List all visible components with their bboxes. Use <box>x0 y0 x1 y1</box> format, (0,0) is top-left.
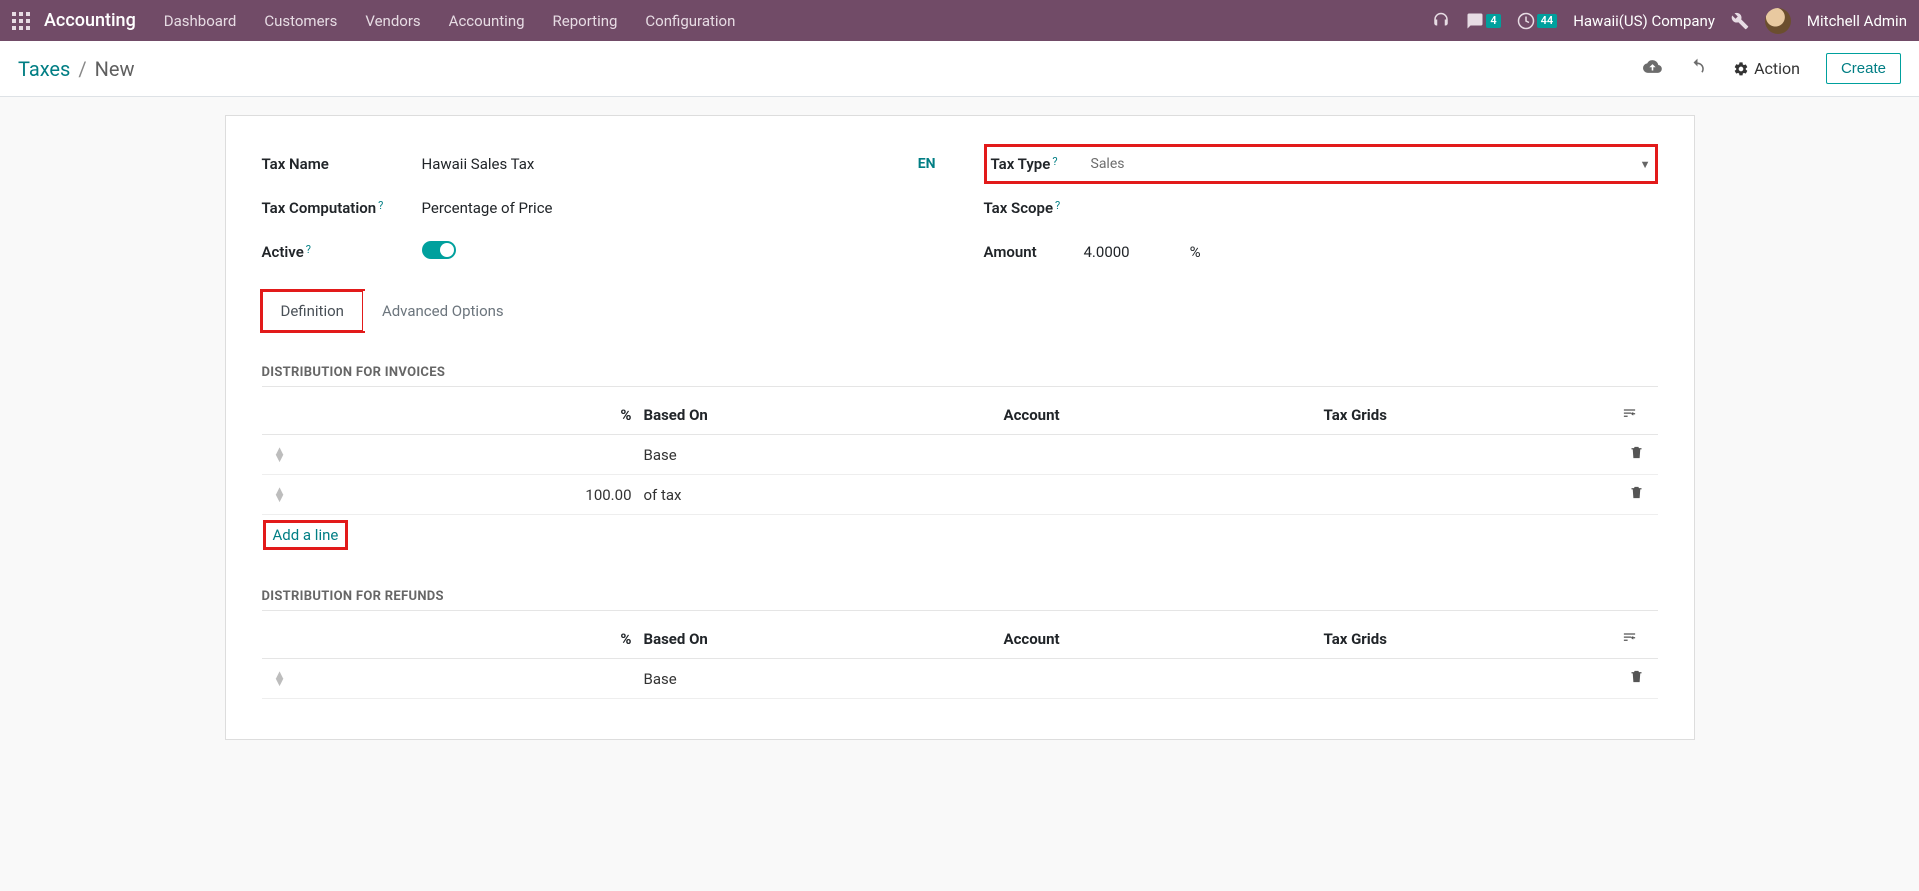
table-row[interactable]: ▲▼ Base <box>262 659 1658 699</box>
help-icon[interactable]: ? <box>306 243 311 256</box>
table-row[interactable]: ▲▼ 100.00 of tax <box>262 475 1658 515</box>
add-line-link[interactable]: Add a line <box>268 525 344 545</box>
help-icon[interactable]: ? <box>1052 155 1057 168</box>
field-tax-type[interactable]: Tax Type? Sales ▼ <box>984 144 1658 184</box>
col-based-on: Based On <box>638 619 998 659</box>
tax-computation-value[interactable]: Percentage of Price <box>422 199 936 217</box>
cell-tax-grids[interactable] <box>1318 435 1616 475</box>
form-sheet: Tax Name Hawaii Sales Tax EN Tax Computa… <box>225 115 1695 740</box>
nav-links: Dashboard Customers Vendors Accounting R… <box>164 12 736 30</box>
drag-handle-icon[interactable]: ▲▼ <box>268 448 292 462</box>
nav-dashboard[interactable]: Dashboard <box>164 12 237 30</box>
user-menu[interactable]: Mitchell Admin <box>1807 12 1907 30</box>
cell-based-on[interactable]: of tax <box>638 475 998 515</box>
field-amount: Amount 4.0000 % <box>984 232 1658 272</box>
lang-badge[interactable]: EN <box>918 156 936 172</box>
tax-type-label: Tax Type <box>991 155 1051 173</box>
app-brand[interactable]: Accounting <box>44 10 136 31</box>
avatar[interactable] <box>1765 8 1791 34</box>
nav-reporting[interactable]: Reporting <box>553 12 618 30</box>
col-pct: % <box>298 619 638 659</box>
company-switcher[interactable]: Hawaii(US) Company <box>1573 12 1715 30</box>
cell-based-on[interactable]: Base <box>638 659 998 699</box>
breadcrumb-sep: / <box>78 57 86 81</box>
col-tax-grids: Tax Grids <box>1318 395 1616 435</box>
field-tax-name: Tax Name Hawaii Sales Tax EN <box>262 144 936 184</box>
field-tax-computation: Tax Computation? Percentage of Price <box>262 188 936 228</box>
support-icon[interactable] <box>1432 12 1450 30</box>
help-icon[interactable]: ? <box>1055 199 1060 212</box>
cell-pct[interactable]: 100.00 <box>298 475 638 515</box>
cell-based-on[interactable]: Base <box>638 435 998 475</box>
section-title-invoices: Distribution for Invoices <box>262 365 1658 387</box>
columns-settings-icon[interactable] <box>1622 406 1637 424</box>
tax-name-label: Tax Name <box>262 155 422 173</box>
amount-label: Amount <box>984 243 1084 261</box>
cell-pct[interactable] <box>298 435 638 475</box>
active-toggle[interactable] <box>422 241 456 259</box>
activity-badge: 44 <box>1537 14 1558 28</box>
cell-tax-grids[interactable] <box>1318 659 1616 699</box>
nav-configuration[interactable]: Configuration <box>645 12 735 30</box>
col-tax-grids: Tax Grids <box>1318 619 1616 659</box>
active-label: Active <box>262 243 304 261</box>
drag-handle-icon[interactable]: ▲▼ <box>268 488 292 502</box>
chat-icon[interactable]: 4 <box>1466 12 1500 30</box>
section-title-refunds: Distribution for Refunds <box>262 589 1658 611</box>
table-row[interactable]: ▲▼ Base <box>262 435 1658 475</box>
delete-row-icon[interactable] <box>1629 486 1644 504</box>
col-account: Account <box>998 395 1318 435</box>
content-scroll[interactable]: Tax Name Hawaii Sales Tax EN Tax Computa… <box>0 97 1919 891</box>
tab-advanced-options[interactable]: Advanced Options <box>363 291 523 331</box>
cloud-save-icon[interactable] <box>1643 57 1662 80</box>
amount-unit: % <box>1190 243 1201 261</box>
discard-icon[interactable] <box>1688 57 1707 80</box>
col-pct: % <box>298 395 638 435</box>
action-menu-label: Action <box>1754 59 1800 78</box>
nav-accounting[interactable]: Accounting <box>449 12 525 30</box>
dist-refunds-table: % Based On Account Tax Grids ▲▼ Base <box>262 619 1658 699</box>
nav-vendors[interactable]: Vendors <box>365 12 420 30</box>
amount-value[interactable]: 4.0000 <box>1084 243 1130 261</box>
nav-customers[interactable]: Customers <box>264 12 337 30</box>
cell-account[interactable] <box>998 475 1318 515</box>
cell-account[interactable] <box>998 659 1318 699</box>
breadcrumb-root[interactable]: Taxes <box>18 57 70 81</box>
tax-name-value[interactable]: Hawaii Sales Tax <box>422 155 535 173</box>
cell-account[interactable] <box>998 435 1318 475</box>
chat-badge: 4 <box>1486 14 1500 28</box>
cell-tax-grids[interactable] <box>1318 475 1616 515</box>
field-active: Active? <box>262 232 936 272</box>
apps-icon[interactable] <box>12 12 30 30</box>
activity-icon[interactable]: 44 <box>1517 12 1558 30</box>
action-menu[interactable]: Action <box>1733 59 1800 78</box>
dist-invoices-table: % Based On Account Tax Grids ▲▼ Base ▲▼ … <box>262 395 1658 555</box>
help-icon[interactable]: ? <box>378 199 383 212</box>
tax-scope-label: Tax Scope <box>984 199 1054 217</box>
col-account: Account <box>998 619 1318 659</box>
breadcrumb-current: New <box>95 57 135 81</box>
top-navbar: Accounting Dashboard Customers Vendors A… <box>0 0 1919 41</box>
drag-handle-icon[interactable]: ▲▼ <box>268 672 292 686</box>
tab-definition[interactable]: Definition <box>262 291 363 331</box>
breadcrumb: Taxes / New <box>18 57 135 81</box>
debug-icon[interactable] <box>1731 12 1749 30</box>
delete-row-icon[interactable] <box>1629 446 1644 464</box>
chevron-down-icon[interactable]: ▼ <box>1640 158 1651 171</box>
col-based-on: Based On <box>638 395 998 435</box>
tax-computation-label: Tax Computation <box>262 199 377 217</box>
create-button[interactable]: Create <box>1826 53 1901 84</box>
tabs: Definition Advanced Options <box>262 290 1658 331</box>
tax-type-value: Sales <box>1091 156 1125 172</box>
delete-row-icon[interactable] <box>1629 670 1644 688</box>
field-tax-scope: Tax Scope? <box>984 188 1658 228</box>
control-bar: Taxes / New Action Create <box>0 41 1919 97</box>
cell-pct[interactable] <box>298 659 638 699</box>
columns-settings-icon[interactable] <box>1622 630 1637 648</box>
